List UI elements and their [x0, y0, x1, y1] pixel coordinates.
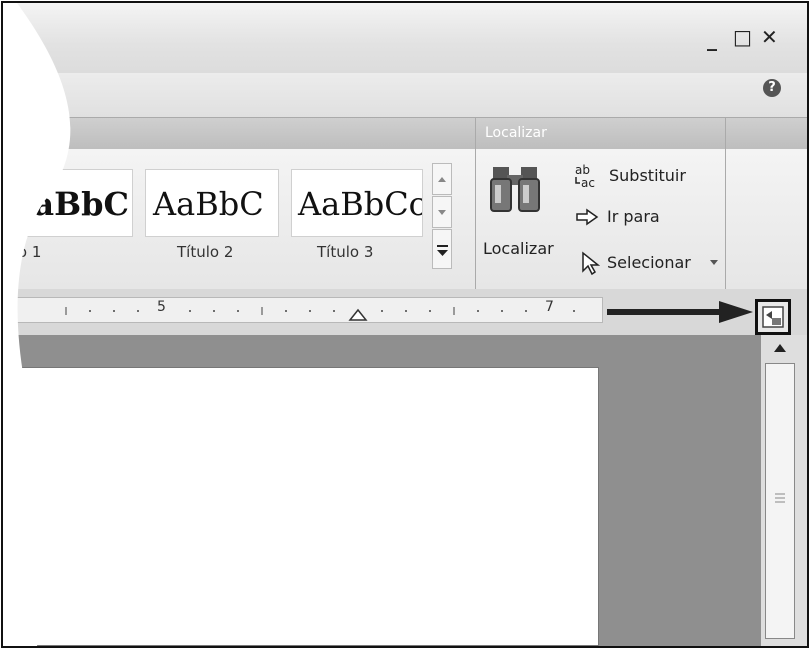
help-icon[interactable]: ? [763, 79, 781, 97]
view-ruler-button[interactable] [755, 299, 791, 335]
editing-group-title: Localizar [485, 125, 547, 141]
screenshot-frame: _ □ ✕ ? AaBbC Título 1 AaBbC Título 2 Aa… [1, 1, 809, 648]
scrollbar-thumb[interactable] [765, 363, 795, 639]
dropdown-arrow-icon [710, 260, 718, 265]
style-heading-3-tile[interactable]: AaBbCc [291, 169, 423, 237]
ruler-label-7: 7 [545, 299, 554, 315]
style-heading-3-sample: AaBbCc [298, 185, 423, 223]
svg-text:ac: ac [581, 176, 595, 190]
ribbon-group-header-band [3, 117, 807, 150]
binoculars-icon [490, 167, 540, 212]
gallery-more-button[interactable] [432, 229, 452, 269]
ruler-ticks [65, 307, 575, 321]
maximize-button[interactable]: □ [733, 25, 752, 49]
indent-marker-icon[interactable] [348, 308, 368, 321]
find-button[interactable]: Localizar [483, 239, 554, 258]
style-heading-2-sample: AaBbC [153, 185, 264, 223]
gallery-scroll-up-button[interactable] [432, 163, 452, 195]
ribbon-tab-row [3, 73, 807, 117]
style-heading-3-caption: Título 3 [317, 243, 374, 261]
select-button[interactable]: Selecionar [607, 253, 691, 272]
view-ruler-icon [762, 306, 784, 328]
goto-button[interactable]: Ir para [607, 207, 660, 226]
ruler-label-5: 5 [157, 299, 166, 315]
callout-arrow-icon [607, 301, 753, 323]
horizontal-ruler[interactable] [3, 297, 603, 323]
title-bar [3, 3, 807, 73]
group-separator-right [725, 117, 726, 289]
group-separator-left [475, 117, 476, 289]
document-page[interactable] [3, 367, 599, 646]
word-window: _ □ ✕ ? AaBbC Título 1 AaBbC Título 2 Aa… [3, 3, 807, 646]
chevron-up-icon [438, 177, 446, 182]
style-heading-2-caption: Título 2 [177, 243, 234, 261]
chevron-down-icon [438, 210, 446, 215]
svg-text:ab: ab [575, 163, 590, 177]
cursor-arrow-icon [582, 251, 601, 276]
more-dropdown-icon [437, 245, 448, 256]
minimize-button[interactable]: _ [707, 27, 717, 51]
replace-button[interactable]: Substituir [609, 166, 686, 185]
replace-ab-ac-icon: ab ac [575, 163, 595, 190]
torn-edge-overlay [3, 3, 71, 646]
right-arrow-icon [576, 208, 599, 226]
scroll-grip-icon [775, 493, 785, 503]
scroll-up-arrow-icon[interactable] [771, 341, 789, 355]
gallery-scroll-down-button[interactable] [432, 196, 452, 228]
close-button[interactable]: ✕ [761, 25, 778, 49]
